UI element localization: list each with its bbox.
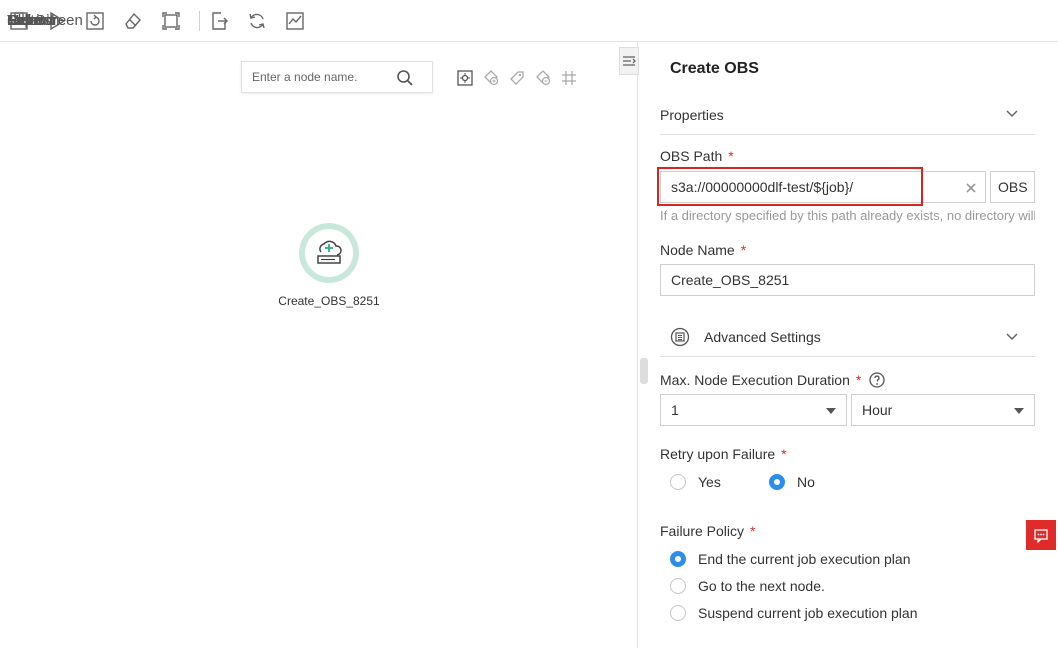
properties-title: Properties	[660, 106, 724, 123]
node-properties-panel: Create OBS Properties OBS Path * s3a://00…	[653, 43, 1058, 648]
toolbar: Save Test Submit Clear Full Screen Expor…	[0, 0, 1058, 42]
radio-checked	[670, 551, 686, 567]
chevron-down-icon	[1006, 110, 1018, 118]
obs-path-label-text: OBS Path	[660, 148, 723, 164]
fit-view-icon[interactable]	[456, 69, 474, 87]
advanced-settings-header[interactable]: Advanced Settings	[660, 318, 1035, 357]
refresh-icon	[249, 13, 265, 28]
zoom-in-icon[interactable]	[482, 69, 500, 87]
advanced-settings-title: Advanced Settings	[704, 329, 821, 345]
retry-no-label: No	[797, 474, 815, 490]
feedback-button[interactable]	[1026, 520, 1056, 550]
panel-title: Create OBS	[670, 60, 759, 77]
cloud-storage-icon	[317, 240, 342, 264]
duration-unit-value: Hour	[862, 402, 893, 418]
radio-unchecked	[670, 474, 686, 490]
retry-label-text: Retry upon Failure	[660, 446, 776, 462]
policy-end-radio[interactable]: End the current job execution plan	[670, 551, 910, 567]
full-screen-button[interactable]: Full Screen	[7, 0, 187, 42]
failure-policy-label: Failure Policy *	[660, 523, 755, 539]
eraser-icon	[125, 12, 141, 29]
monitor-button[interactable]: Monitor	[7, 0, 311, 42]
node-name-label: Node Name *	[660, 242, 746, 258]
clear-icon[interactable]	[965, 182, 977, 194]
node-name-input[interactable]: Create_OBS_8251	[660, 264, 1035, 296]
required-mark: *	[855, 372, 862, 388]
obs-path-label: OBS Path *	[660, 148, 734, 164]
properties-section-header[interactable]: Properties	[660, 95, 1035, 135]
create-obs-node[interactable]	[299, 223, 359, 283]
policy-next-label: Go to the next node.	[698, 578, 825, 594]
failure-policy-label-text: Failure Policy	[660, 523, 745, 539]
required-mark: *	[728, 148, 734, 164]
retry-no-radio[interactable]: No	[769, 474, 815, 490]
canvas-tools	[456, 69, 578, 87]
node-inner	[305, 229, 353, 277]
max-duration-value: 1	[671, 402, 679, 418]
settings-list-icon	[670, 327, 690, 347]
grid-icon[interactable]	[560, 69, 578, 87]
toolbar-divider	[199, 10, 200, 31]
monitor-label: Monitor	[7, 12, 58, 29]
caret-down-icon	[1014, 408, 1024, 414]
node-search-box	[241, 61, 433, 93]
collapse-panel-button[interactable]	[619, 47, 639, 75]
clear-button[interactable]: Clear	[7, 0, 149, 42]
max-duration-label-text: Max. Node Execution Duration	[660, 372, 850, 388]
submit-icon	[86, 11, 104, 30]
obs-path-highlight	[657, 167, 923, 206]
export-button[interactable]: Export	[7, 0, 235, 42]
full-screen-icon	[162, 11, 180, 30]
collapse-icon	[623, 56, 636, 66]
retry-label: Retry upon Failure *	[660, 446, 787, 462]
panel-resize-handle[interactable]	[640, 358, 648, 384]
radio-checked	[769, 474, 785, 490]
export-icon	[212, 11, 228, 30]
caret-down-icon	[826, 408, 836, 414]
max-duration-label: Max. Node Execution Duration *	[660, 372, 885, 388]
radio-unchecked	[670, 578, 686, 594]
job-canvas[interactable]: Create_OBS_8251	[0, 43, 638, 648]
required-mark: *	[750, 523, 756, 539]
node-search-input[interactable]	[252, 70, 392, 84]
policy-end-label: End the current job execution plan	[698, 551, 911, 567]
monitor-icon	[286, 11, 304, 30]
submit-button[interactable]: Submit	[7, 0, 111, 42]
tag-icon[interactable]	[508, 69, 526, 87]
policy-next-radio[interactable]: Go to the next node.	[670, 578, 825, 594]
chat-icon	[1034, 529, 1048, 543]
zoom-out-icon[interactable]	[534, 69, 552, 87]
node-label: Create_OBS_8251	[278, 294, 380, 308]
obs-button-label: OBS	[998, 179, 1028, 195]
max-duration-select[interactable]: 1	[660, 394, 847, 426]
obs-browse-button[interactable]: OBS	[990, 171, 1035, 203]
help-icon[interactable]	[869, 372, 885, 388]
node-name-value: Create_OBS_8251	[671, 272, 790, 288]
policy-suspend-label: Suspend current job execution plan	[698, 605, 918, 621]
policy-suspend-radio[interactable]: Suspend current job execution plan	[670, 605, 917, 621]
obs-path-hint: If a directory specified by this path al…	[660, 208, 1035, 223]
retry-yes-label: Yes	[698, 474, 721, 490]
refresh-button[interactable]: Refresh	[7, 0, 273, 42]
duration-unit-select[interactable]: Hour	[851, 394, 1035, 426]
chevron-down-icon	[1006, 333, 1018, 341]
search-icon[interactable]	[396, 69, 414, 87]
node-name-label-text: Node Name	[660, 242, 735, 258]
required-mark: *	[740, 242, 747, 258]
radio-unchecked	[670, 605, 686, 621]
required-mark: *	[781, 446, 787, 462]
retry-yes-radio[interactable]: Yes	[670, 474, 721, 490]
